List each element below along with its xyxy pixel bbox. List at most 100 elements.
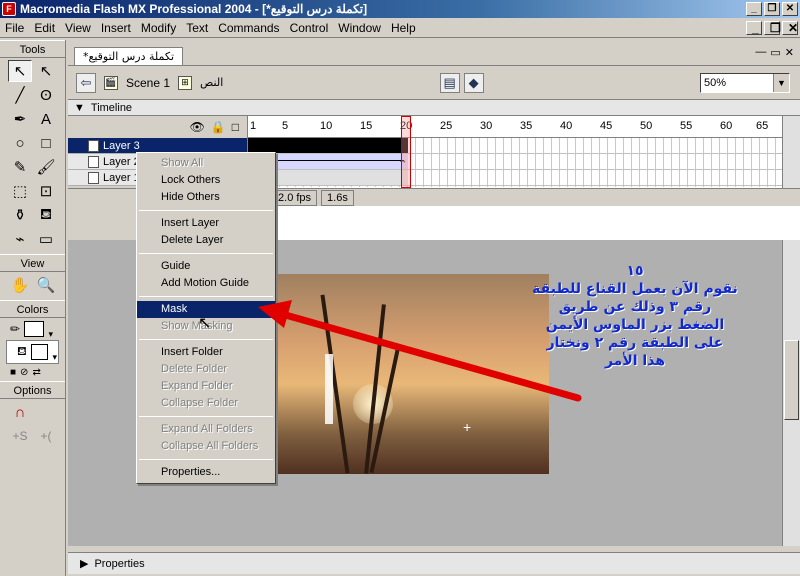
menu-item-delete-layer[interactable]: Delete Layer: [137, 232, 275, 249]
lasso-icon[interactable]: ʘ: [34, 84, 58, 106]
pen-icon[interactable]: ✒: [8, 108, 32, 130]
menu-item-lock-others[interactable]: Lock Others: [137, 172, 275, 189]
ruler-tick: 1: [250, 120, 257, 132]
timeline-label: Timeline: [90, 101, 133, 114]
menu-modify[interactable]: Modify: [136, 21, 181, 35]
doc-max-icon[interactable]: ▭: [770, 46, 780, 59]
paint-bucket-icon[interactable]: ⛾: [34, 204, 58, 226]
layer-icon: [88, 171, 99, 184]
properties-label: Properties: [94, 557, 145, 570]
frame-area[interactable]: 1 5 10 15 20 25 30 35 40 45 50 55 60 65 …: [248, 116, 782, 246]
rect-icon[interactable]: □: [34, 132, 58, 154]
zoom-icon[interactable]: 🔍: [34, 274, 58, 296]
properties-bar[interactable]: ▶ Properties: [68, 552, 800, 574]
line-icon[interactable]: ╱: [8, 84, 32, 106]
menu-item-insert-layer[interactable]: Insert Layer: [137, 215, 275, 232]
menu-separator: [139, 210, 273, 211]
eye-icon[interactable]: 👁: [190, 120, 205, 134]
fill-transform-icon[interactable]: ⊡: [34, 180, 58, 202]
scroll-thumb[interactable]: [784, 340, 799, 420]
frames-layer-3[interactable]: [248, 138, 782, 154]
smooth-icon[interactable]: +S: [8, 425, 32, 447]
frame-ruler[interactable]: 1 5 10 15 20 25 30 35 40 45 50 55 60 65: [248, 116, 782, 138]
menu-item-add-motion-guide[interactable]: Add Motion Guide: [137, 275, 275, 292]
fill-color-swatch[interactable]: [30, 344, 57, 363]
no-color-icon[interactable]: ⊘: [20, 367, 28, 378]
chevron-down-icon[interactable]: ▼: [773, 73, 789, 92]
doc-restore-button[interactable]: ❐: [764, 20, 781, 35]
annotation-line: رقم ٣ وذلك عن طريق: [558, 299, 712, 315]
edit-scene-icon[interactable]: ▤: [439, 72, 460, 93]
stroke-color-swatch[interactable]: [24, 321, 53, 340]
scene-icon: 🎬: [104, 75, 118, 90]
swap-colors-icon[interactable]: ⇄: [32, 367, 40, 378]
scene-label[interactable]: Scene 1: [126, 76, 170, 90]
ruler-tick: 5: [282, 120, 289, 132]
menu-item-show-all: Show All: [161, 157, 204, 169]
menu-item-insert-folder[interactable]: Insert Folder: [137, 344, 275, 361]
ruler-tick: 40: [560, 120, 573, 132]
eraser-icon[interactable]: ▭: [34, 228, 58, 250]
edit-symbols-icon[interactable]: ◆: [463, 72, 484, 93]
stroke-color-icon: ✏: [10, 322, 21, 336]
frames-layer-1[interactable]: [248, 170, 782, 186]
text-icon[interactable]: A: [34, 108, 58, 130]
doc-minimize-button[interactable]: _: [746, 20, 762, 35]
menu-separator: [139, 459, 273, 460]
menu-text[interactable]: Text: [181, 21, 213, 35]
doc-close-icon[interactable]: ✕: [785, 46, 794, 59]
title-bar: F Macromedia Flash MX Professional 2004 …: [0, 0, 800, 18]
arrow-icon[interactable]: ↖: [8, 60, 32, 82]
outline-icon[interactable]: □: [232, 120, 239, 134]
doc-min-icon[interactable]: —: [755, 46, 766, 59]
hand-icon[interactable]: ✋: [8, 274, 32, 296]
document-tabbar: *تكملة درس التوقيع — ▭ ✕: [68, 42, 800, 66]
collapse-triangle-icon[interactable]: ▼: [74, 102, 85, 114]
eyedropper-icon[interactable]: ⌁: [8, 228, 32, 250]
timeline-header[interactable]: ▼ Timeline: [68, 100, 800, 116]
back-arrow-icon[interactable]: ⇦: [76, 72, 96, 93]
ruler-tick: 15: [360, 120, 373, 132]
lock-icon[interactable]: 🔒: [211, 120, 226, 134]
layer-name: Layer 1: [103, 171, 140, 184]
menu-edit[interactable]: Edit: [29, 21, 60, 35]
menu-control[interactable]: Control: [285, 21, 334, 35]
menu-help[interactable]: Help: [386, 21, 421, 35]
menu-window[interactable]: Window: [333, 21, 386, 35]
oval-icon[interactable]: ○: [8, 132, 32, 154]
pencil-icon[interactable]: ✎: [8, 156, 32, 178]
black-white-icon[interactable]: ■: [10, 367, 16, 378]
menu-item-delete-folder: Delete Folder: [161, 363, 228, 375]
annotation-line: على الطبقة رقم ٢ ونختار: [546, 335, 724, 351]
straighten-icon[interactable]: +(: [34, 425, 58, 447]
menu-item-guide[interactable]: Guide: [137, 258, 275, 275]
subselect-icon[interactable]: ↖: [34, 60, 58, 82]
menu-item-properties[interactable]: Properties...: [137, 464, 275, 481]
playhead[interactable]: [401, 116, 411, 188]
zoom-select[interactable]: 50% ▼: [700, 72, 790, 93]
menu-item-hide-others[interactable]: Hide Others: [137, 189, 275, 206]
close-button[interactable]: ✕: [782, 2, 798, 16]
tools-title: Tools: [0, 40, 65, 58]
menu-insert[interactable]: Insert: [96, 21, 136, 35]
document-tab[interactable]: *تكملة درس التوقيع: [74, 47, 184, 65]
maximize-button[interactable]: ❐: [764, 2, 780, 16]
free-transform-icon[interactable]: ⬚: [8, 180, 32, 202]
menu-commands[interactable]: Commands: [213, 21, 284, 35]
stage-vscrollbar[interactable]: [782, 240, 800, 546]
symbol-label[interactable]: النص: [200, 76, 223, 89]
magnet-icon[interactable]: ∩: [8, 401, 32, 423]
stage-image[interactable]: +: [263, 274, 549, 474]
brush-icon[interactable]: 🖌: [34, 156, 58, 178]
menu-view[interactable]: View: [60, 21, 96, 35]
window-title: Macromedia Flash MX Professional 2004 - …: [20, 2, 368, 16]
expand-triangle-icon[interactable]: ▶: [80, 557, 88, 570]
ruler-tick: 45: [600, 120, 613, 132]
mouse-cursor-icon: ↖: [198, 315, 212, 332]
frames-layer-2[interactable]: →: [248, 154, 782, 170]
ink-bottle-icon[interactable]: ⚱: [8, 204, 32, 226]
doc-close-button[interactable]: ✕: [782, 20, 798, 35]
menu-file[interactable]: File: [0, 21, 29, 35]
frame-grid[interactable]: →: [248, 138, 782, 187]
minimize-button[interactable]: _: [746, 2, 762, 16]
